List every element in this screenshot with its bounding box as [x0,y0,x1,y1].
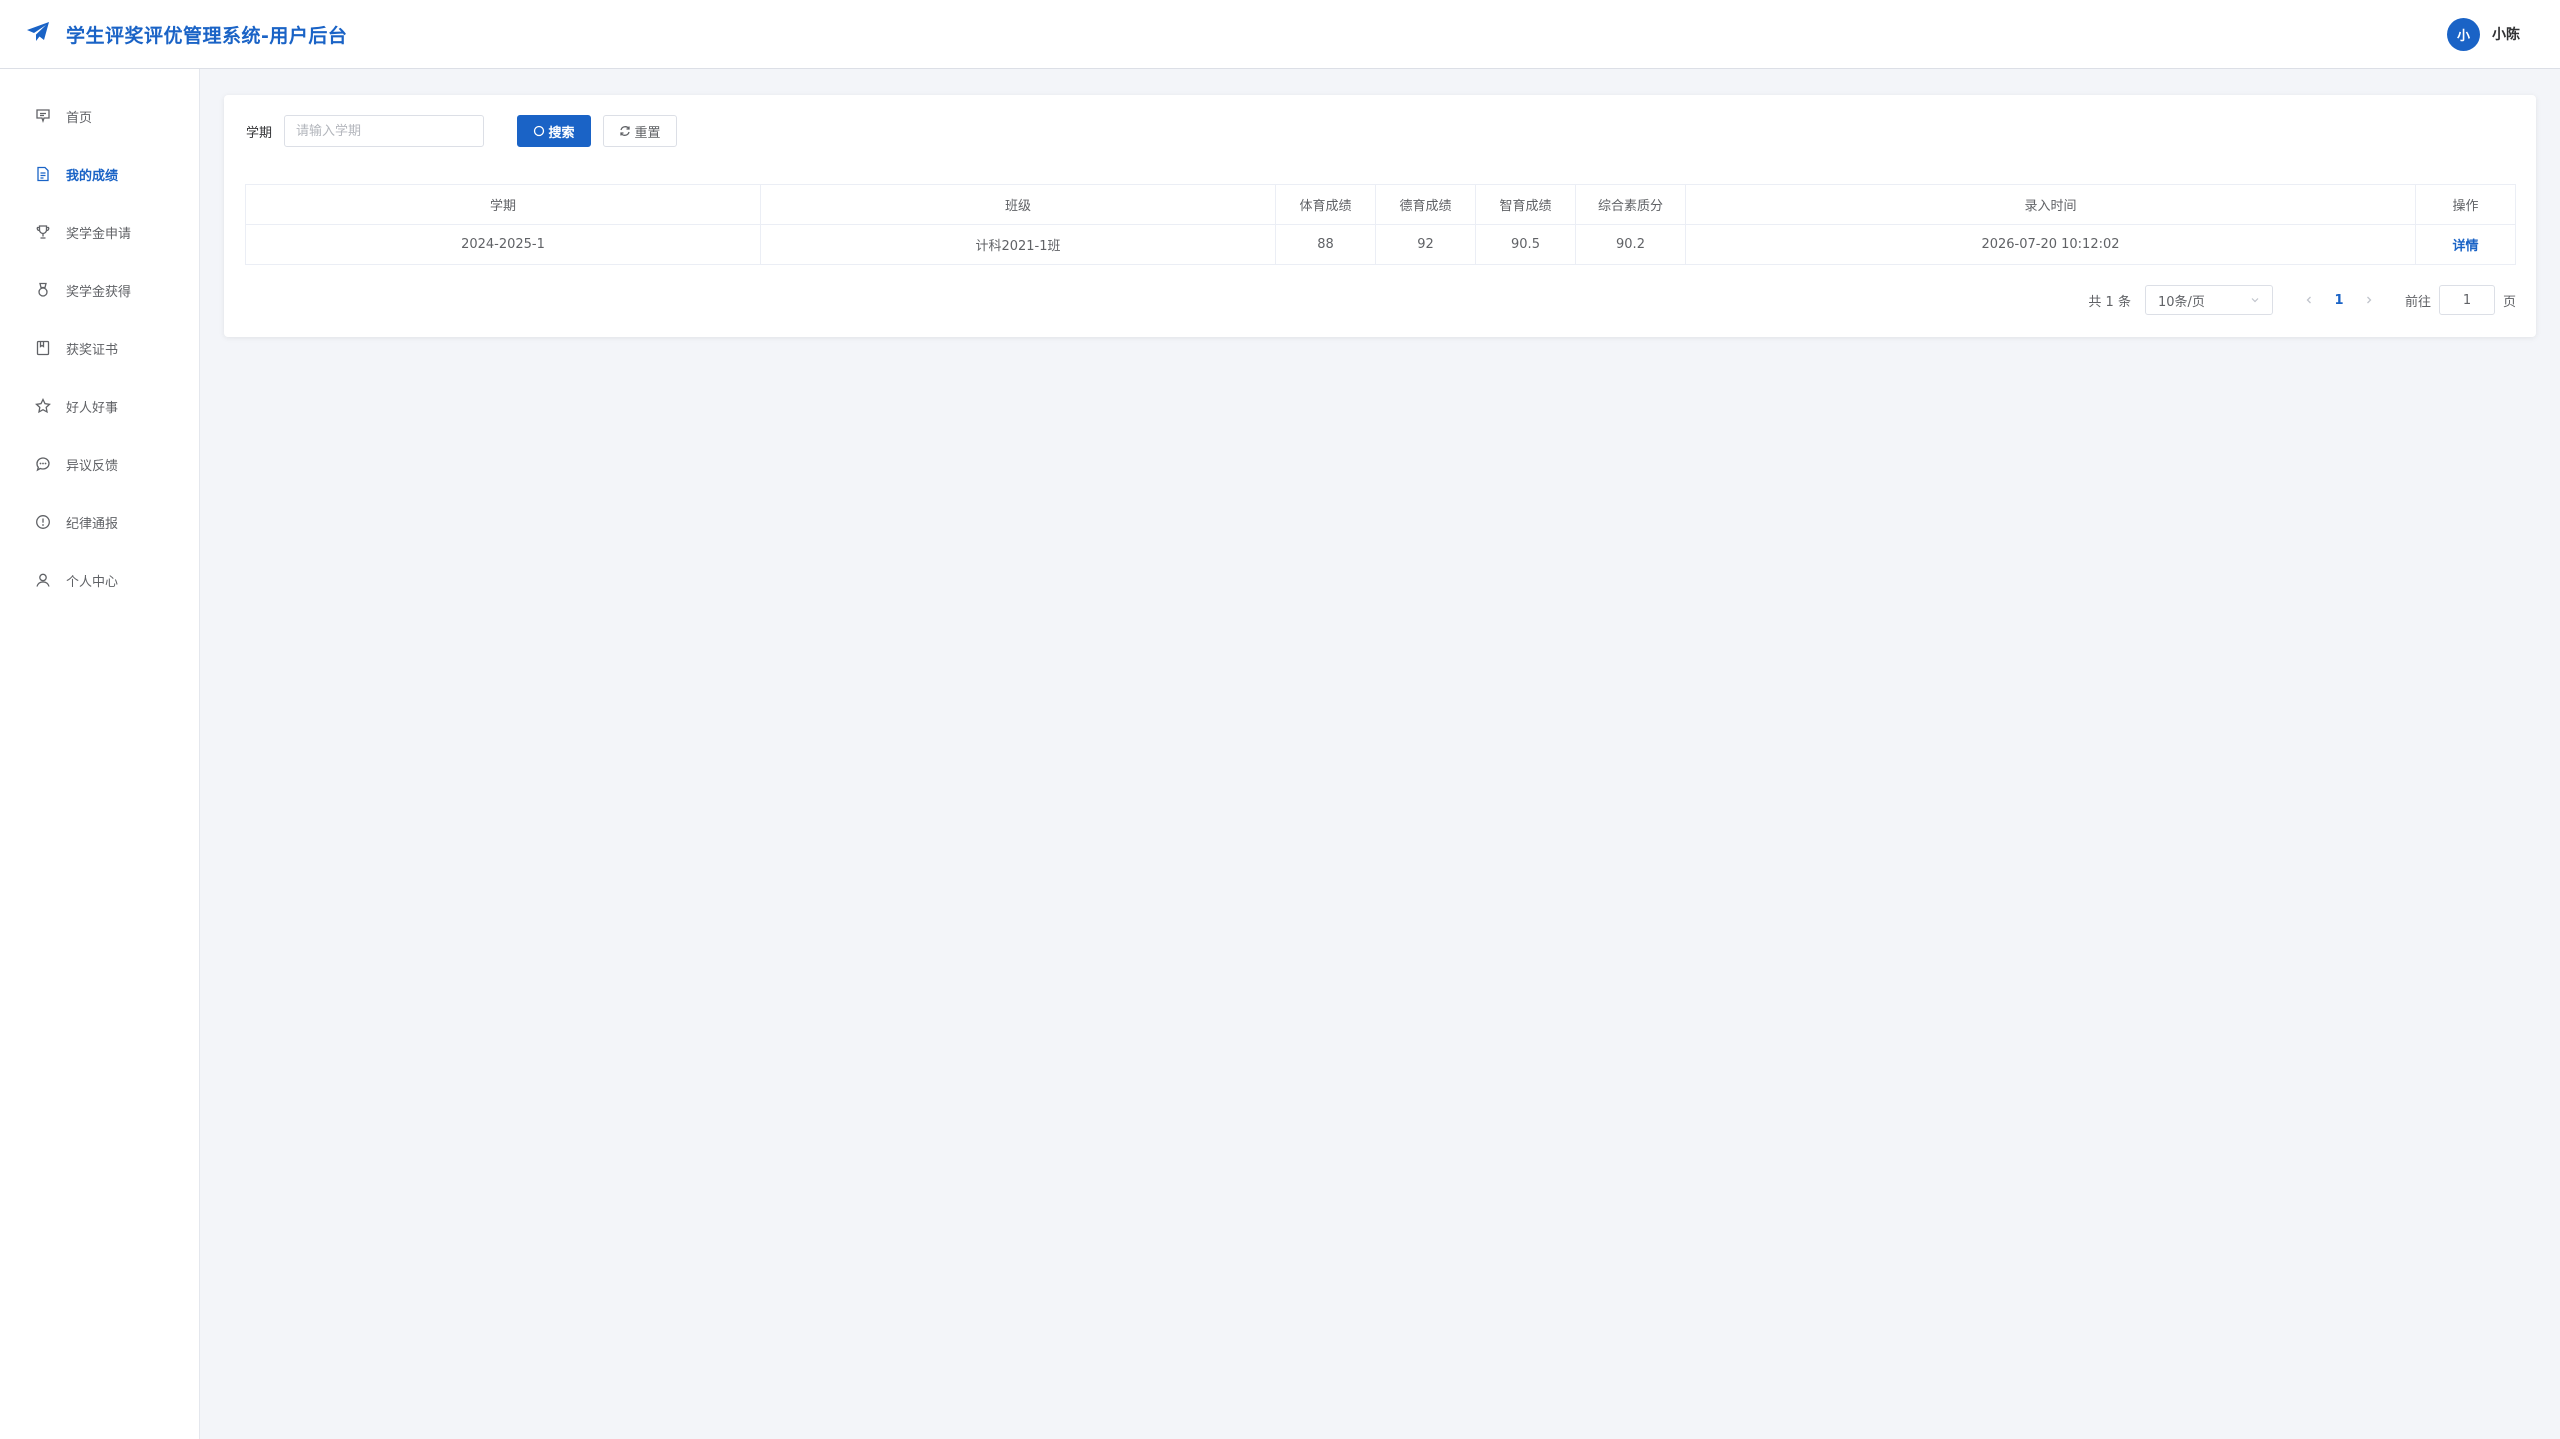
page-size-select[interactable]: 10条/页 [2144,285,2273,315]
username[interactable]: 小陈 [2492,24,2520,44]
reset-button[interactable]: 重置 [603,115,677,147]
reset-button-label: 重置 [634,125,661,141]
table-cell-action: 详情 [2415,224,2516,265]
page-suffix: 页 [2502,294,2516,310]
user-icon [34,571,52,589]
top-header: 学生评奖评优管理系统-用户后台 小 小陈 [0,0,2560,69]
table-cell: 计科2021-1班 [760,224,1276,265]
column-header: 智育成绩 [1475,184,1576,225]
app-title: 学生评奖评优管理系统-用户后台 [66,24,348,47]
trophy-icon [34,223,52,241]
table-cell: 2026-07-20 10:12:02 [1685,224,2416,265]
medal-icon [34,281,52,299]
sidebar-item-label: 奖学金获得 [66,284,132,300]
column-header: 德育成绩 [1375,184,1476,225]
refresh-icon [620,126,631,136]
page-jumper: 前往 页 [2405,285,2516,315]
sidebar-item-label: 异议反馈 [66,458,119,474]
goto-label: 前往 [2404,294,2431,310]
semester-search-input[interactable] [284,115,484,147]
page-size-value: 10条/页 [2157,294,2205,310]
search-button[interactable]: 搜索 [517,115,591,147]
column-header: 班级 [760,184,1276,225]
warning-icon [34,513,52,531]
sidebar-item-scholarship-won[interactable]: 奖学金获得 [0,270,199,310]
search-icon [534,125,545,137]
prev-page-button[interactable] [2295,286,2323,314]
sidebar-item-label: 获奖证书 [66,342,119,358]
user-menu[interactable]: 小 小陈 [2447,17,2520,51]
column-header: 体育成绩 [1275,184,1376,225]
chevron-down-icon [2251,298,2259,303]
chevron-right-icon [2367,296,2372,304]
sidebar-item-discipline[interactable]: 纪律通报 [0,502,199,542]
pagination-total: 共 1 条 [2088,294,2131,310]
table-row: 2024-2025-1 计科2021-1班 88 92 90.5 90.2 20… [245,224,2516,265]
sidebar-item-label: 好人好事 [66,400,119,416]
table-cell: 88 [1275,224,1376,265]
avatar[interactable]: 小 [2447,17,2480,51]
details-link[interactable]: 详情 [2452,239,2478,254]
next-page-button[interactable] [2355,286,2383,314]
semester-label: 学期 [246,126,273,141]
chat-icon [34,455,52,473]
table-cell: 90.2 [1575,224,1686,265]
column-header: 综合素质分 [1575,184,1686,225]
sidebar-item-label: 个人中心 [66,574,119,590]
page-number[interactable]: 1 [2323,286,2355,314]
grades-table: 学期 班级 体育成绩 德育成绩 智育成绩 综合素质分 录入时间 操作 2024-… [245,184,2516,265]
table-cell: 2024-2025-1 [245,224,761,265]
sidebar-item-label: 首页 [66,110,93,126]
sidebar-item-label: 纪律通报 [66,516,119,532]
sidebar-item-scholarship-apply[interactable]: 奖学金申请 [0,212,199,252]
star-icon [34,397,52,415]
sidebar-item-my-grades[interactable]: 我的成绩 [0,154,199,194]
sidebar-item-certificates[interactable]: 获奖证书 [0,328,199,368]
brand: 学生评奖评优管理系统-用户后台 [26,21,347,48]
table-header-row: 学期 班级 体育成绩 德育成绩 智育成绩 综合素质分 录入时间 操作 [245,184,2516,225]
sidebar-item-profile[interactable]: 个人中心 [0,560,199,600]
chevron-left-icon [2306,296,2311,304]
sidebar-item-home[interactable]: 首页 [0,96,199,136]
home-icon [34,107,52,125]
column-header: 录入时间 [1685,184,2416,225]
sidebar-item-feedback[interactable]: 异议反馈 [0,444,199,484]
sidebar: 首页 我的成绩 奖学金申请 奖学金获得 获奖证书 好人好事 异议反馈 纪律通报 … [0,69,200,1439]
table-cell: 92 [1375,224,1476,265]
search-button-label: 搜索 [548,125,575,141]
certificate-icon [34,339,52,357]
grades-card: 学期 搜索 重置 学期 班级 体育成绩 德育成绩 智育成绩 综合素质分 录入时间… [224,95,2536,337]
sidebar-item-label: 我的成绩 [66,168,119,184]
column-header: 学期 [245,184,761,225]
table-cell: 90.5 [1475,224,1576,265]
goto-page-input[interactable] [2438,285,2495,315]
sidebar-item-label: 奖学金申请 [66,226,132,242]
paper-plane-icon [26,21,50,47]
document-icon [34,165,52,183]
sidebar-item-good-deeds[interactable]: 好人好事 [0,386,199,426]
pagination: 共 1 条 10条/页 1 前往 页 [2088,285,2516,315]
column-header: 操作 [2415,184,2516,225]
